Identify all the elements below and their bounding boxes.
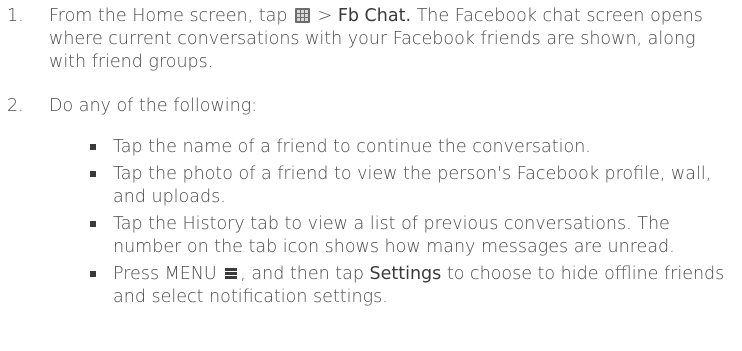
list-item-text: Press MENU , and then tap Settings to ch…: [113, 263, 738, 309]
menu-icon: [224, 266, 238, 281]
list-item: Tap the History tab to view a list of pr…: [0, 213, 742, 259]
list-item: Tap the name of a friend to continue the…: [0, 136, 742, 159]
step-number: 2.: [7, 96, 24, 116]
list-item-text: Tap the name of a friend to continue the…: [113, 137, 591, 157]
step-text-segment: >: [312, 6, 338, 26]
list-item: Press MENU , and then tap Settings to ch…: [0, 263, 742, 309]
instruction-document: 1. From the Home screen, tap > Fb Chat. …: [0, 0, 742, 351]
list-item-text-segment: Press MENU: [113, 264, 223, 284]
bullet-icon: [90, 171, 96, 177]
list-item-text: Tap the photo of a friend to view the pe…: [113, 164, 712, 207]
bullet-icon: [90, 144, 96, 150]
list-item-text: Tap the History tab to view a list of pr…: [113, 214, 675, 257]
settings-label: Settings: [369, 264, 442, 284]
step-number: 1.: [7, 6, 24, 26]
list-item-text-segment: , and then tap: [240, 264, 370, 284]
step-text-segment: From the Home screen, tap: [49, 6, 294, 26]
bullet-icon: [90, 221, 96, 227]
options-list: Tap the name of a friend to continue the…: [0, 136, 742, 313]
step-text: Do any of the following:: [49, 96, 258, 116]
list-item: Tap the photo of a friend to view the pe…: [0, 163, 742, 209]
bullet-icon: [90, 271, 96, 277]
app-name-fb-chat: Fb Chat.: [337, 6, 412, 26]
all-apps-grid-icon: [295, 8, 311, 23]
step-text: From the Home screen, tap > Fb Chat. The…: [49, 5, 734, 74]
